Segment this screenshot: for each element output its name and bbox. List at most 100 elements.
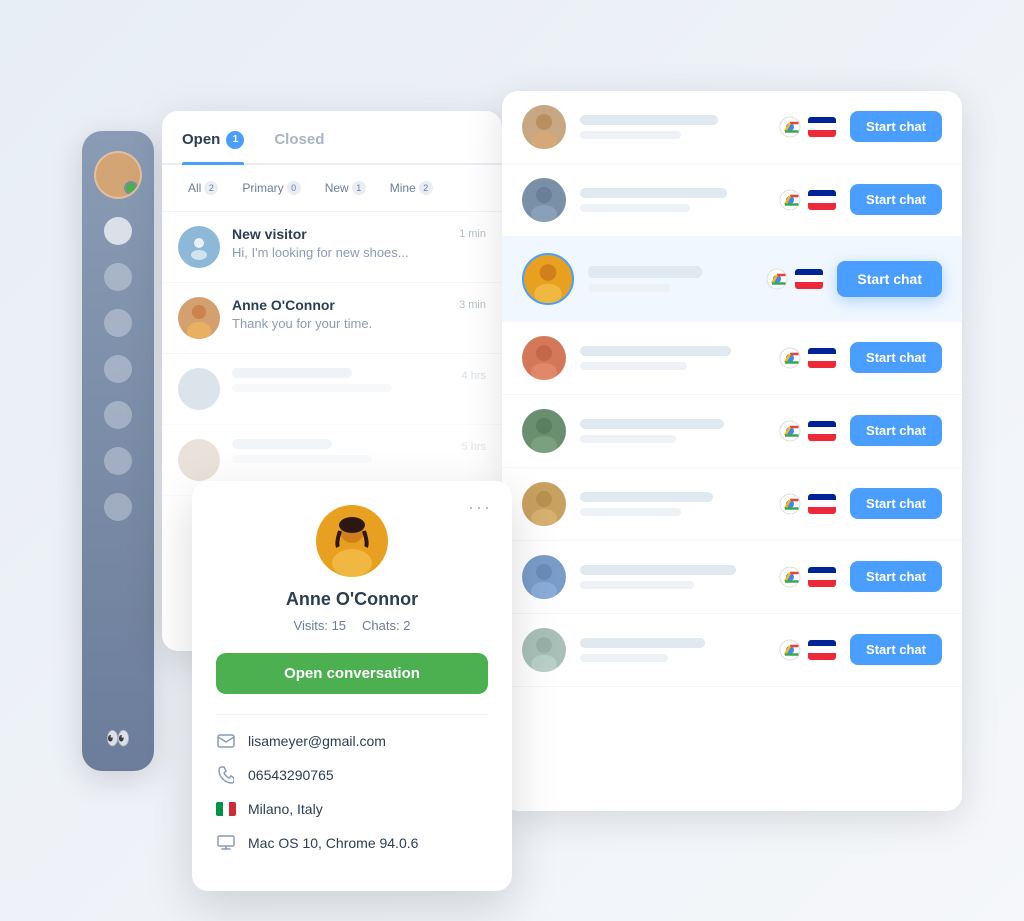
sidebar-nav-item-7[interactable] [104, 493, 132, 521]
chat-item-anne[interactable]: Anne O'Connor Thank you for your time. 3… [162, 283, 502, 354]
sidebar-nav-item-5[interactable] [104, 401, 132, 429]
italy-flag-icon [216, 799, 236, 819]
visitor-row-5[interactable]: Start chat [502, 395, 962, 468]
visitor-icons-8 [778, 638, 836, 662]
visitor-avatar-5 [522, 409, 566, 453]
chat-preview-new-visitor: Hi, I'm looking for new shoes... [232, 245, 447, 260]
start-chat-button-6[interactable]: Start chat [850, 488, 942, 519]
visitor-detail-bar-2 [580, 204, 690, 212]
visitors-icon[interactable]: 👀 [106, 726, 131, 751]
filter-bar: All 2 Primary 0 New 1 Mine 2 [162, 165, 502, 212]
visitor-info-2 [580, 188, 764, 212]
contact-stats: Visits: 15 Chats: 2 [216, 618, 488, 633]
chrome-icon-4 [778, 346, 802, 370]
filter-all[interactable]: All 2 [178, 177, 228, 199]
contact-phone-row: 06543290765 [216, 765, 488, 785]
sidebar-nav-item-4[interactable] [104, 355, 132, 383]
visitors-panel: Start chat [502, 91, 962, 811]
filter-primary[interactable]: Primary 0 [232, 177, 310, 199]
filter-new[interactable]: New 1 [315, 177, 376, 199]
avatar-anne [178, 297, 220, 339]
sidebar: 👀 [82, 131, 154, 771]
contact-visits: Visits: 15 [294, 618, 347, 633]
visitor-detail-bar-4 [580, 362, 687, 370]
visitor-avatar-3-large [522, 253, 574, 305]
tab-closed-label: Closed [274, 131, 324, 148]
visitor-row-2[interactable]: Start chat [502, 164, 962, 237]
visitor-icons-2 [778, 188, 836, 212]
avatar-new-visitor [178, 226, 220, 268]
france-flag-icon-2 [808, 190, 836, 210]
chrome-icon-8 [778, 638, 802, 662]
visitor-detail-bar-6 [580, 508, 681, 516]
open-conversation-button[interactable]: Open conversation [216, 653, 488, 694]
tab-closed[interactable]: Closed [274, 131, 324, 163]
sidebar-nav-item-2[interactable] [104, 263, 132, 291]
email-icon [216, 731, 236, 751]
france-flag-icon-7 [808, 567, 836, 587]
contact-name: Anne O'Connor [216, 589, 488, 610]
start-chat-button-8[interactable]: Start chat [850, 634, 942, 665]
card-options-dots[interactable]: ··· [468, 497, 492, 518]
start-chat-button-3[interactable]: Start chat [837, 261, 942, 297]
visitor-info-8 [580, 638, 764, 662]
tab-open-label: Open [182, 131, 220, 148]
visitor-info-5 [580, 419, 764, 443]
avatar-4 [178, 439, 220, 481]
visitor-detail-bar-3 [588, 284, 670, 292]
contact-browser-row: Mac OS 10, Chrome 94.0.6 [216, 833, 488, 853]
visitor-info-7 [580, 565, 764, 589]
chat-time-anne: 3 min [459, 299, 486, 311]
chrome-icon-2 [778, 188, 802, 212]
visitor-icons-4 [778, 346, 836, 370]
start-chat-button-4[interactable]: Start chat [850, 342, 942, 373]
visitor-info-3 [588, 266, 751, 292]
france-flag-icon-4 [808, 348, 836, 368]
start-chat-button-2[interactable]: Start chat [850, 184, 942, 215]
visitor-row-7[interactable]: Start chat [502, 541, 962, 614]
visitor-detail-bar-7 [580, 581, 694, 589]
contact-card: ··· Anne O'Connor Visits: 15 Chats: 2 Op… [192, 481, 512, 891]
sidebar-nav-item-3[interactable] [104, 309, 132, 337]
visitor-row-1[interactable]: Start chat [502, 91, 962, 164]
sidebar-nav-item-1[interactable] [104, 217, 132, 245]
visitor-name-bar-4 [580, 346, 731, 356]
visitor-icons-6 [778, 492, 836, 516]
phone-icon [216, 765, 236, 785]
france-flag-icon-3 [795, 269, 823, 289]
contact-email: lisameyer@gmail.com [248, 733, 386, 749]
france-flag-icon-1 [808, 117, 836, 137]
sidebar-user-avatar[interactable] [94, 151, 142, 199]
visitor-detail-bar-1 [580, 131, 681, 139]
visitor-name-bar-3 [588, 266, 702, 278]
visitor-row-6[interactable]: Start chat [502, 468, 962, 541]
chat-name-new-visitor: New visitor [232, 226, 447, 242]
computer-icon [216, 833, 236, 853]
chat-item-new-visitor[interactable]: New visitor Hi, I'm looking for new shoe… [162, 212, 502, 283]
visitor-name-bar-7 [580, 565, 736, 575]
start-chat-button-5[interactable]: Start chat [850, 415, 942, 446]
chat-item-3[interactable]: 4 hrs [162, 354, 502, 425]
sidebar-nav-item-6[interactable] [104, 447, 132, 475]
visitor-detail-bar-5 [580, 435, 676, 443]
start-chat-button-1[interactable]: Start chat [850, 111, 942, 142]
tab-open-badge: 1 [226, 131, 244, 149]
visitor-icons-3 [765, 267, 823, 291]
visitor-avatar-2 [522, 178, 566, 222]
start-chat-button-7[interactable]: Start chat [850, 561, 942, 592]
tab-open[interactable]: Open 1 [182, 131, 244, 163]
filter-mine[interactable]: Mine 2 [380, 177, 443, 199]
visitor-row-8[interactable]: Start chat [502, 614, 962, 687]
visitor-avatar-6 [522, 482, 566, 526]
visitor-row-4[interactable]: Start chat [502, 322, 962, 395]
contact-chats: Chats: 2 [362, 618, 410, 633]
chrome-icon-7 [778, 565, 802, 589]
contact-location-row: Milano, Italy [216, 799, 488, 819]
visitor-row-3[interactable]: Start chat [502, 237, 962, 322]
visitor-name-bar-6 [580, 492, 713, 502]
visitor-icons-7 [778, 565, 836, 589]
visitor-info-6 [580, 492, 764, 516]
visitor-detail-bar-8 [580, 654, 668, 662]
visitor-avatar-4 [522, 336, 566, 380]
france-flag-icon-6 [808, 494, 836, 514]
